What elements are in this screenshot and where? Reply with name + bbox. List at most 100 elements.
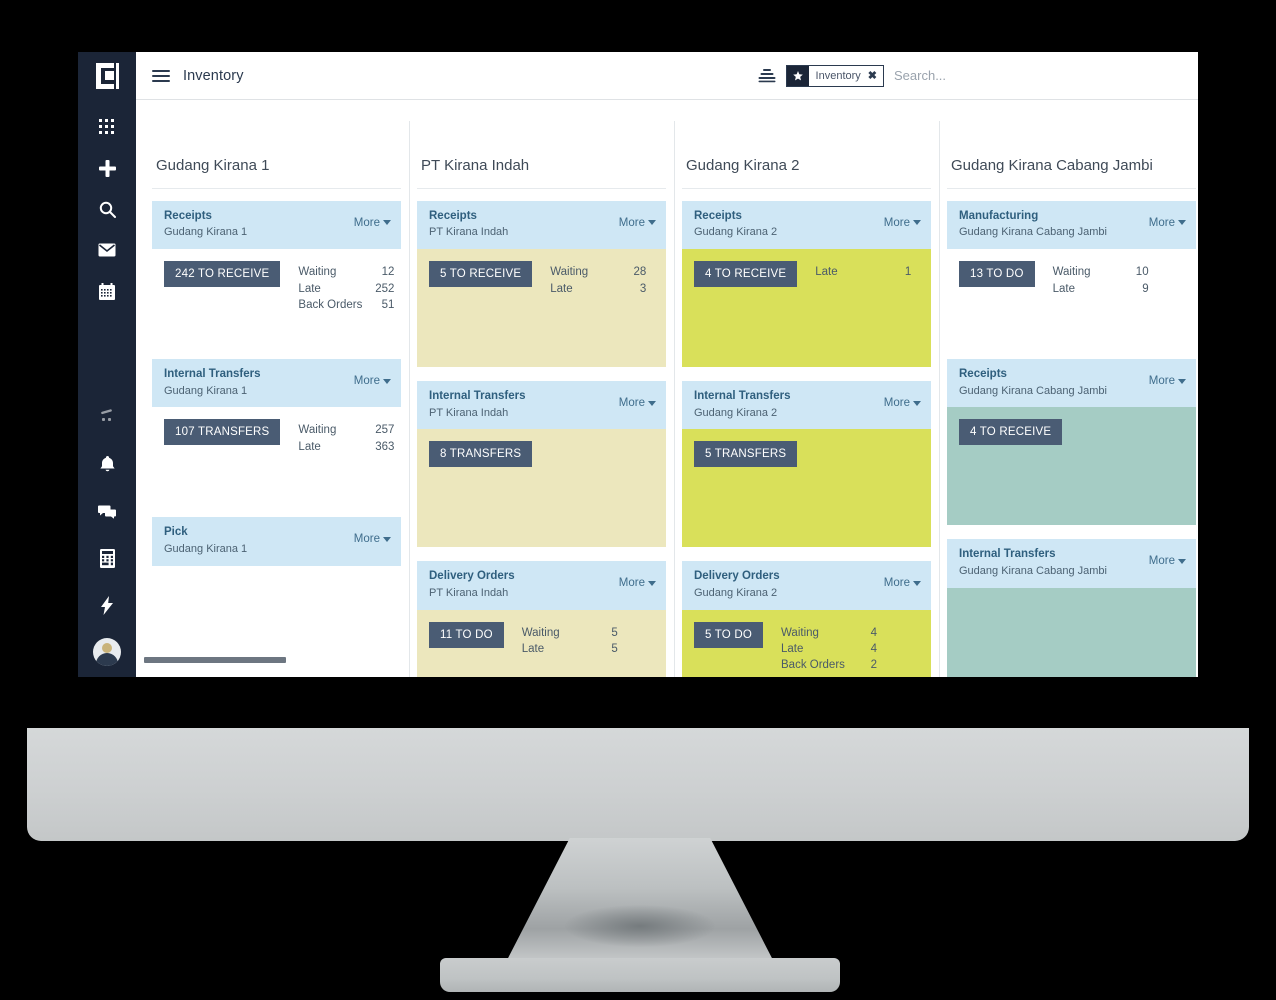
card-stat-row[interactable]: Waiting 4 xyxy=(781,625,877,641)
filter-icon[interactable] xyxy=(758,67,776,85)
card-subtitle: Gudang Kirana 1 xyxy=(164,542,248,555)
card-stat-label: Waiting xyxy=(298,266,337,279)
card-more-button[interactable]: More xyxy=(619,209,656,229)
user-avatar-icon[interactable] xyxy=(92,638,122,666)
mail-icon[interactable] xyxy=(92,237,122,263)
calculator-icon[interactable] xyxy=(92,545,122,571)
kanban-card[interactable]: Receipts PT Kirana Indah More 5 TO RECEIVE W… xyxy=(417,201,666,368)
card-stat-row[interactable]: Late 252 xyxy=(298,281,394,297)
card-more-button[interactable]: More xyxy=(1149,209,1186,229)
card-stat-row[interactable]: Waiting 28 xyxy=(550,264,646,280)
card-title: Delivery Orders xyxy=(694,570,780,583)
card-stat-row[interactable]: Late 3 xyxy=(550,281,646,297)
card-count-button[interactable]: 8 TRANSFERS xyxy=(429,441,533,468)
card-more-button[interactable]: More xyxy=(619,569,656,589)
discount-percent-icon[interactable] xyxy=(92,404,122,430)
card-more-button[interactable]: More xyxy=(354,367,391,387)
card-stat-row[interactable]: Waiting 10 xyxy=(1053,264,1149,280)
card-stat-row[interactable]: Late 9 xyxy=(1053,281,1149,297)
card-stat-label: Late xyxy=(550,282,573,295)
card-stat-row[interactable]: Waiting 5 xyxy=(522,625,618,641)
chevron-down-icon xyxy=(913,580,921,586)
card-stat-row[interactable]: Waiting 12 xyxy=(298,264,394,280)
kanban-card[interactable]: Delivery Orders PT Kirana Indah More 11 TO … xyxy=(417,561,666,677)
odoo-logo-icon[interactable] xyxy=(78,52,136,100)
card-stat-row[interactable]: Late 5 xyxy=(522,641,618,657)
bell-icon[interactable] xyxy=(92,451,122,477)
lightning-bolt-icon[interactable] xyxy=(92,592,122,618)
kanban-card[interactable]: Internal Transfers PT Kirana Indah More 8 T… xyxy=(417,381,666,548)
card-count-button[interactable]: 5 TO DO xyxy=(694,621,763,648)
chevron-down-icon xyxy=(383,220,391,226)
card-more-button[interactable]: More xyxy=(1149,547,1186,567)
card-body xyxy=(947,587,1196,677)
card-stat-row[interactable]: Back Orders 51 xyxy=(298,297,394,313)
plus-icon[interactable] xyxy=(92,155,122,181)
card-count-button[interactable]: 11 TO DO xyxy=(429,621,504,648)
card-stat-row[interactable]: Back Orders 2 xyxy=(781,657,877,673)
card-count-button[interactable]: 107 TRANSFERS xyxy=(164,419,281,446)
chevron-down-icon xyxy=(1178,378,1186,384)
kanban-card[interactable]: Internal Transfers Gudang Kirana 1 More 107… xyxy=(152,359,401,503)
card-stat-row[interactable]: Late 363 xyxy=(298,439,394,455)
monitor-mockup: Inventory Inventory ✖ Search... Gudang K… xyxy=(0,0,1276,1000)
card-stat-row[interactable]: Late 4 xyxy=(781,641,877,657)
card-more-button[interactable]: More xyxy=(884,389,921,409)
card-more-button[interactable]: More xyxy=(884,209,921,229)
card-count-button[interactable]: 4 TO RECEIVE xyxy=(959,419,1063,446)
sidebar-top-icons xyxy=(92,114,122,304)
card-count-button[interactable]: 5 TO RECEIVE xyxy=(429,261,533,288)
search-input[interactable] xyxy=(894,68,1184,83)
card-stat-value: 4 xyxy=(870,626,877,639)
kanban-card[interactable]: Receipts Gudang Kirana 1 More 242 TO RECEIV… xyxy=(152,201,401,345)
card-more-label: More xyxy=(353,375,380,388)
card-more-label: More xyxy=(883,217,910,229)
horizontal-scrollbar[interactable] xyxy=(144,657,286,663)
search-icon[interactable] xyxy=(92,196,122,222)
card-body: 5 TO DO Waiting 4 Late 4 Back Orders 2 xyxy=(682,609,931,677)
card-body xyxy=(152,566,401,662)
card-subtitle: PT Kirana Indah xyxy=(429,586,509,599)
card-subtitle: Gudang Kirana 1 xyxy=(164,226,248,239)
card-count-button[interactable]: 242 TO RECEIVE xyxy=(164,261,281,288)
card-more-label: More xyxy=(883,397,910,410)
card-stat-label: Waiting xyxy=(1052,266,1091,279)
kanban-card[interactable]: Pick Gudang Kirana 1 More xyxy=(152,517,401,661)
card-more-button[interactable]: More xyxy=(1149,367,1186,387)
card-stat-row[interactable]: Late 1 xyxy=(815,264,911,280)
card-more-button[interactable]: More xyxy=(354,209,391,229)
close-icon[interactable]: ✖ xyxy=(866,66,883,86)
kanban-card[interactable]: Internal Transfers Gudang Kirana 2 More 5 T… xyxy=(682,381,931,548)
card-more-button[interactable]: More xyxy=(619,389,656,409)
chat-bubbles-icon[interactable] xyxy=(92,498,122,524)
apps-grid-icon[interactable] xyxy=(92,114,122,140)
card-stat-row[interactable]: Waiting 257 xyxy=(298,422,394,438)
kanban-card[interactable]: Receipts Gudang Kirana 2 More 4 TO RECEIVE L… xyxy=(682,201,931,368)
chevron-down-icon xyxy=(913,400,921,406)
card-subtitle: Gudang Kirana 2 xyxy=(694,226,778,239)
search-facet[interactable]: Inventory ✖ xyxy=(785,64,884,87)
chevron-down-icon xyxy=(383,536,391,542)
kanban-card[interactable]: Manufacturing Gudang Kirana Cabang Jambi M… xyxy=(947,201,1196,345)
card-subtitle: Gudang Kirana Cabang Jambi xyxy=(959,226,1107,239)
kanban-card[interactable]: Internal Transfers Gudang Kirana Cabang J… xyxy=(947,539,1196,677)
card-stats: Waiting 28 Late 3 xyxy=(550,261,646,297)
card-count-button[interactable]: 5 TRANSFERS xyxy=(694,441,798,468)
card-more-label: More xyxy=(1148,217,1175,229)
card-subtitle: Gudang Kirana Cabang Jambi xyxy=(959,564,1107,577)
hamburger-icon[interactable] xyxy=(152,69,170,82)
kanban-column: Gudang Kirana 1 Receipts Gudang Kirana 1 Mo… xyxy=(144,101,409,677)
calendar-icon[interactable] xyxy=(92,278,122,304)
kanban-card[interactable]: Receipts Gudang Kirana Cabang Jambi More 4 … xyxy=(947,359,1196,526)
card-stat-value: 12 xyxy=(381,266,395,279)
card-more-button[interactable]: More xyxy=(354,525,391,545)
card-count-button[interactable]: 13 TO DO xyxy=(959,261,1035,288)
card-count-button[interactable]: 4 TO RECEIVE xyxy=(694,261,798,288)
card-more-button[interactable]: More xyxy=(884,569,921,589)
kanban-column: Gudang Kirana Cabang Jambi Manufacturing G… xyxy=(939,101,1198,677)
card-subtitle: PT Kirana Indah xyxy=(429,226,509,239)
card-title: Internal Transfers xyxy=(164,368,261,381)
kanban-card[interactable]: Delivery Orders Gudang Kirana 2 More 5 TO D… xyxy=(682,561,931,677)
card-header-text: Receipts PT Kirana Indah xyxy=(429,209,613,240)
app-main: Inventory Inventory ✖ Search... Gudang K… xyxy=(136,52,1198,677)
